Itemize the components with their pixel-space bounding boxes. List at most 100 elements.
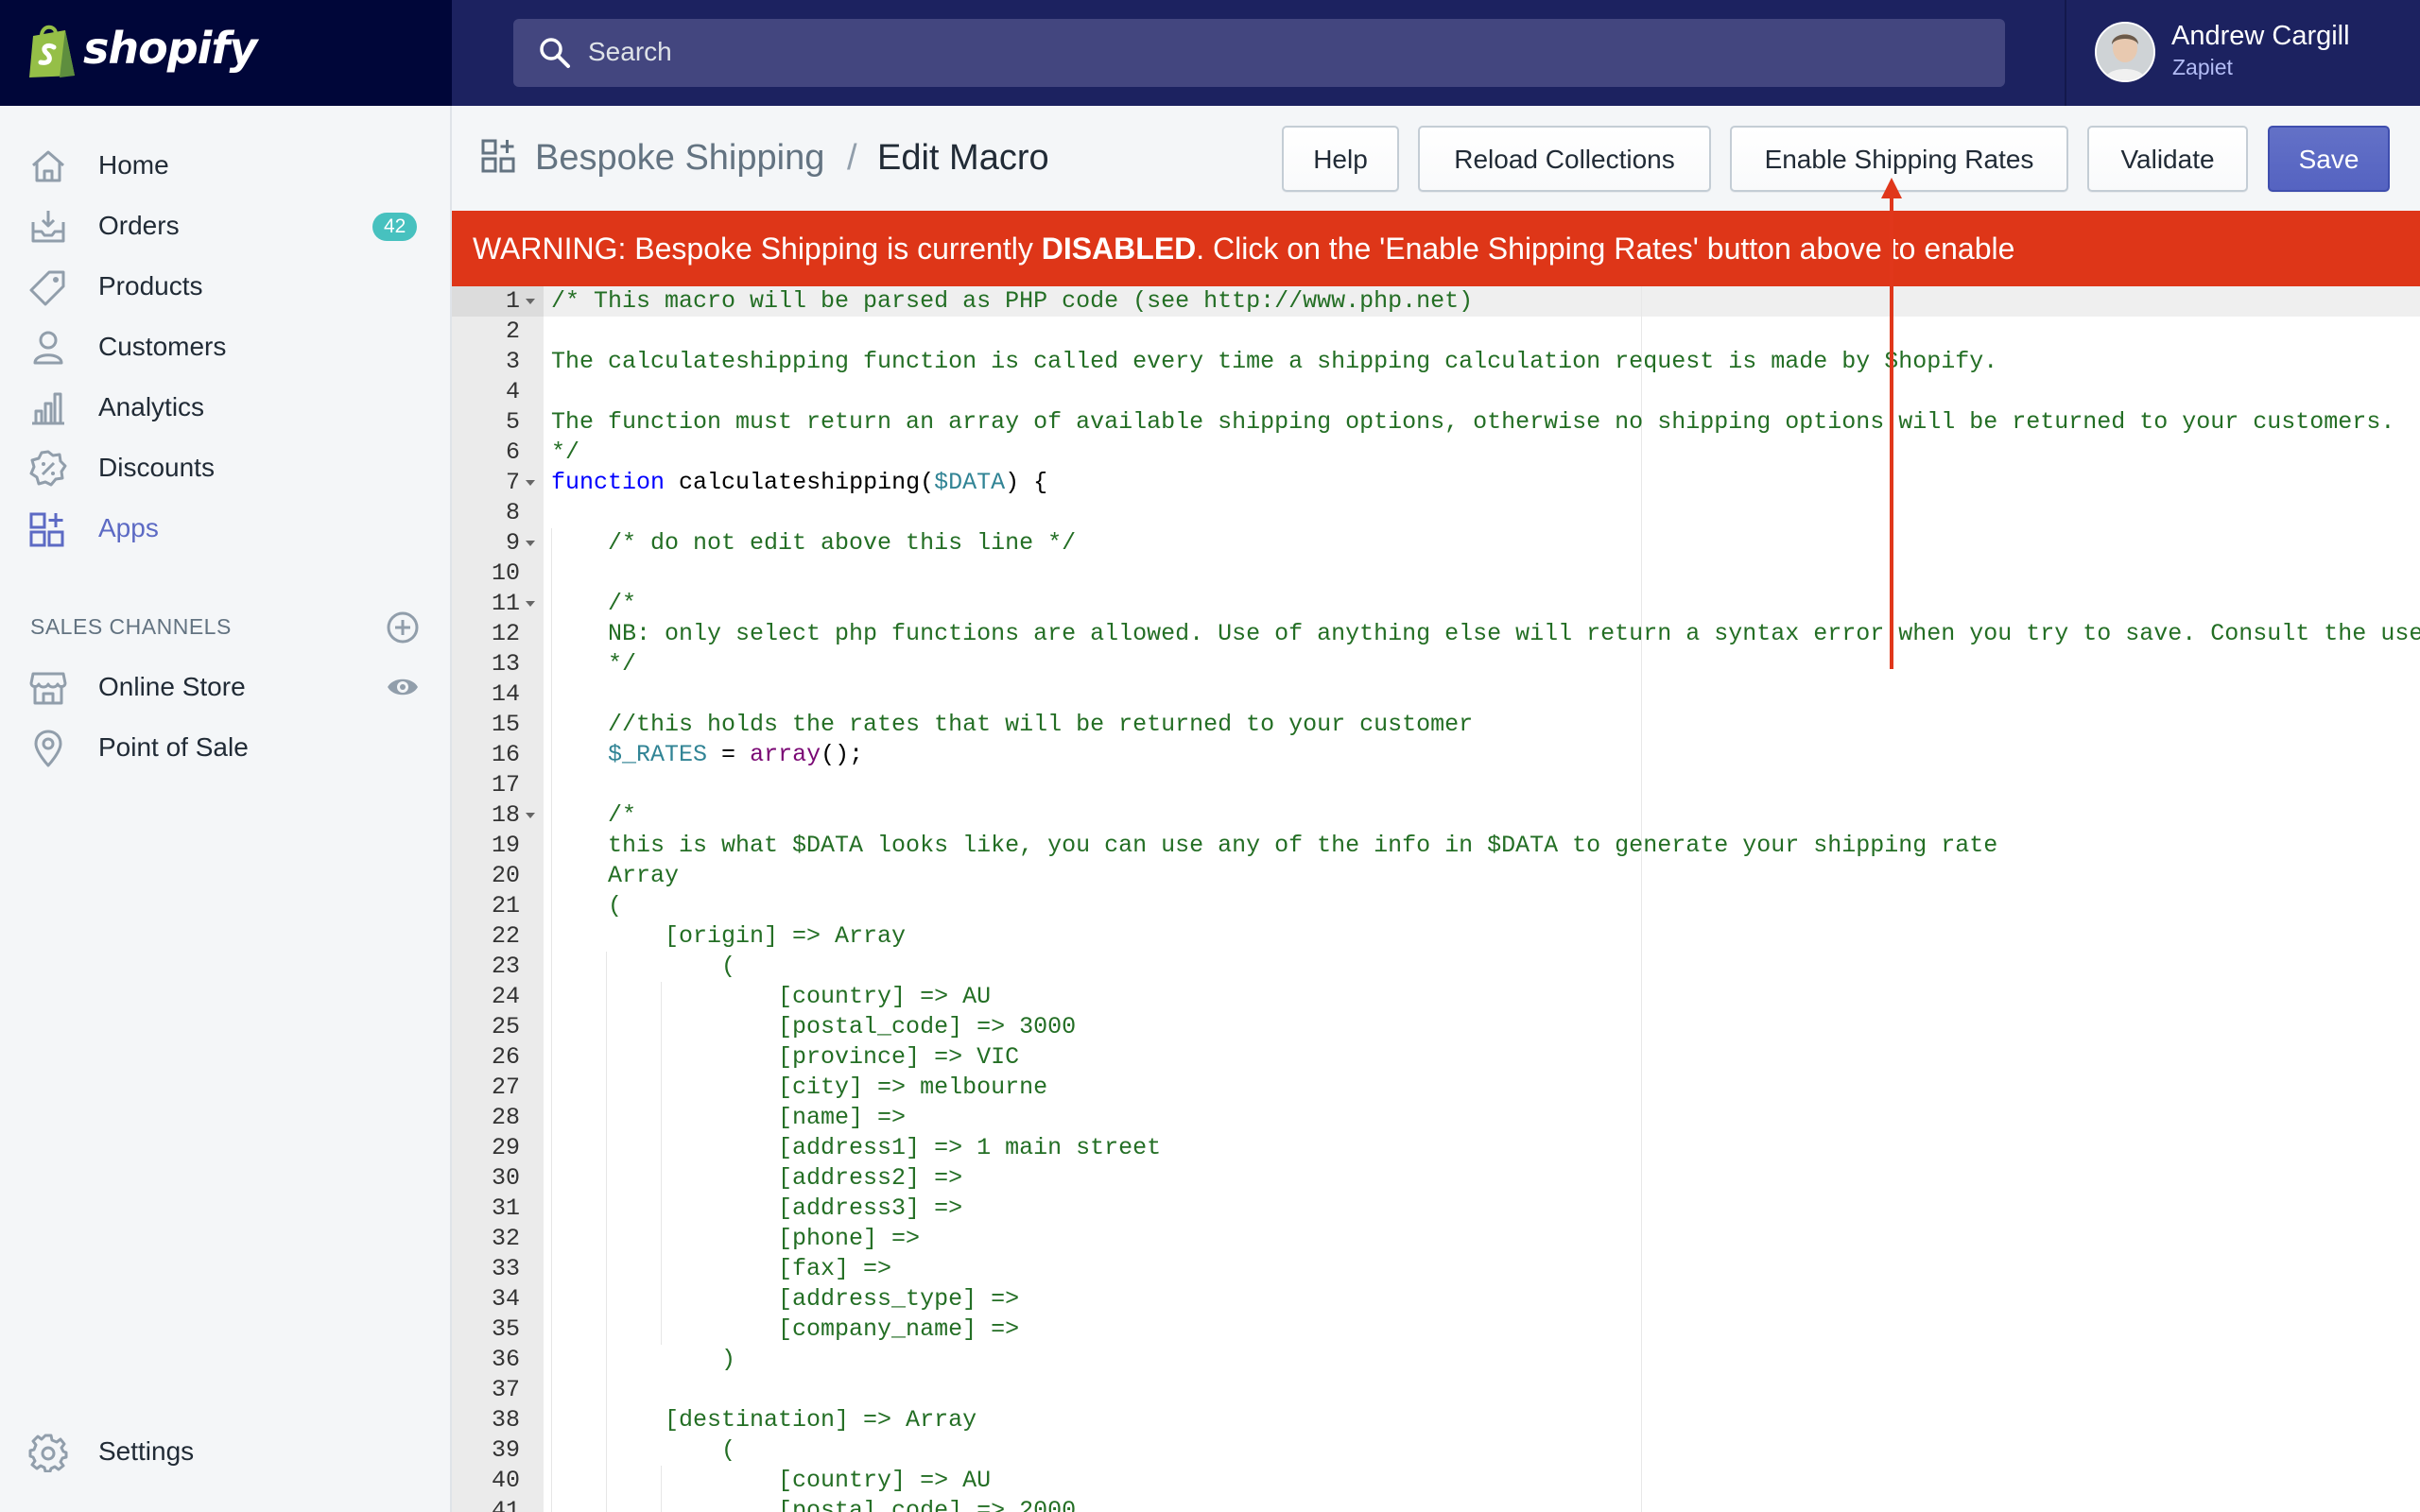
reload-collections-button[interactable]: Reload Collections (1418, 126, 1711, 192)
code-line[interactable]: The function must return an array of ava… (551, 407, 2394, 438)
sidebar-item-label: Point of Sale (98, 732, 249, 762)
code-line[interactable]: The calculateshipping function is called… (551, 347, 1997, 377)
breadcrumb-app-link[interactable]: Bespoke Shipping (535, 138, 824, 179)
code-line[interactable]: ) (551, 1345, 735, 1375)
fold-toggle-icon[interactable] (526, 299, 535, 304)
sidebar-item-customers[interactable]: Customers (0, 320, 450, 373)
line-number: 6 (505, 438, 520, 466)
code-line[interactable]: /* (551, 589, 636, 619)
fold-toggle-icon[interactable] (526, 541, 535, 546)
code-line[interactable]: [fax] => (551, 1254, 891, 1284)
editor-print-margin (1641, 286, 1642, 1512)
line-number: 9 (505, 529, 520, 557)
code-line[interactable]: this is what $DATA looks like, you can u… (551, 831, 1997, 861)
page-title: Edit Macro (877, 138, 1049, 178)
sidebar-item-discounts[interactable]: Discounts (0, 441, 450, 494)
avatar-face-icon (2097, 24, 2153, 80)
code-line[interactable]: ( (551, 891, 622, 921)
code-line[interactable]: [phone] => (551, 1224, 920, 1254)
code-line[interactable]: [destination] => Array (551, 1405, 977, 1435)
sidebar-item-analytics[interactable]: Analytics (0, 381, 450, 434)
code-editor[interactable]: 1 /* This macro will be parsed as PHP cod… (452, 286, 2420, 1512)
code-line[interactable]: [city] => melbourne (551, 1073, 1047, 1103)
orders-icon (31, 211, 65, 243)
line-number: 1 (505, 287, 520, 315)
line-number: 7 (505, 469, 520, 496)
sidebar-item-orders[interactable]: Orders 42 (0, 199, 450, 252)
breadcrumb-separator: / (847, 138, 857, 178)
validate-button[interactable]: Validate (2087, 126, 2248, 192)
code-line[interactable]: $_RATES = array(); (551, 740, 863, 770)
sidebar-item-settings[interactable]: Settings (0, 1425, 450, 1478)
top-bar: shopify Search Andrew Cargill Zapiet (0, 0, 2420, 106)
line-number: 2 (505, 318, 520, 345)
sidebar-item-apps[interactable]: Apps (0, 502, 450, 555)
code-line[interactable]: ( (551, 952, 735, 982)
line-number: 19 (491, 832, 520, 859)
line-number: 13 (491, 650, 520, 678)
user-name[interactable]: Andrew Cargill (2171, 21, 2350, 52)
sidebar-item-online-store[interactable]: Online Store (0, 661, 450, 713)
fold-toggle-icon[interactable] (526, 601, 535, 607)
search-input[interactable]: Search (513, 19, 2005, 87)
add-sales-channel-icon[interactable] (386, 610, 420, 644)
code-line[interactable]: [postal_code] => 2000 (551, 1496, 1076, 1512)
sidebar-item-label: Analytics (98, 392, 205, 421)
sidebar-item-point-of-sale[interactable]: Point of Sale (0, 721, 450, 774)
code-line[interactable]: [address3] => (551, 1194, 962, 1224)
logo-area[interactable]: shopify (0, 0, 452, 106)
line-number: 8 (505, 499, 520, 526)
code-line[interactable]: [name] => (551, 1103, 906, 1133)
sidebar-item-label: Discounts (98, 453, 215, 482)
app-grid-icon (481, 139, 515, 173)
help-button[interactable]: Help (1282, 126, 1399, 192)
code-line[interactable]: //this holds the rates that will be retu… (551, 710, 1473, 740)
user-menu-divider (2065, 0, 2066, 106)
code-line[interactable]: [address2] => (551, 1163, 962, 1194)
home-icon (32, 150, 64, 182)
line-number: 30 (491, 1164, 520, 1192)
user-shop-name: Zapiet (2172, 55, 2233, 79)
line-number: 24 (491, 983, 520, 1010)
line-number: 28 (491, 1104, 520, 1131)
code-line[interactable]: ( (551, 1435, 735, 1466)
avatar[interactable] (2095, 22, 2155, 82)
line-number: 14 (491, 680, 520, 708)
fold-toggle-icon[interactable] (526, 813, 535, 818)
line-number: 39 (491, 1436, 520, 1464)
code-line[interactable]: /* do not edit above this line */ (551, 528, 1076, 558)
code-line[interactable]: function calculateshipping($DATA) { (551, 468, 1047, 498)
sidebar-item-home[interactable]: Home (0, 139, 450, 192)
line-number: 21 (491, 892, 520, 919)
line-number: 3 (505, 348, 520, 375)
line-number: 37 (491, 1376, 520, 1403)
code-line[interactable]: Array (551, 861, 679, 891)
code-line[interactable]: */ (551, 438, 579, 468)
code-line[interactable]: [country] => AU (551, 982, 991, 1012)
code-line[interactable]: [postal_code] => 3000 (551, 1012, 1076, 1042)
eye-icon[interactable] (386, 672, 420, 702)
code-line[interactable]: /* (551, 800, 636, 831)
code-line[interactable]: [country] => AU (551, 1466, 991, 1496)
code-line[interactable]: */ (551, 649, 636, 679)
shopify-logo-text: shopify (83, 23, 257, 74)
code-line[interactable]: [address_type] => (551, 1284, 1019, 1314)
line-number: 10 (491, 559, 520, 587)
person-icon (33, 331, 63, 365)
fold-toggle-icon[interactable] (526, 480, 535, 486)
code-line[interactable]: [address1] => 1 main street (551, 1133, 1161, 1163)
line-number: 26 (491, 1043, 520, 1071)
line-number: 38 (491, 1406, 520, 1434)
code-line[interactable]: NB: only select php functions are allowe… (551, 619, 2420, 649)
sidebar: Home Orders 42 Products Customers Analyt… (0, 106, 452, 1512)
code-line[interactable]: /* This macro will be parsed as PHP code… (551, 286, 1473, 317)
line-number: 4 (505, 378, 520, 405)
code-line[interactable]: [company_name] => (551, 1314, 1019, 1345)
sidebar-item-label: Settings (98, 1436, 195, 1466)
save-button[interactable]: Save (2268, 126, 2390, 192)
code-line[interactable]: [province] => VIC (551, 1042, 1019, 1073)
line-number: 31 (491, 1194, 520, 1222)
code-line[interactable]: [origin] => Array (551, 921, 906, 952)
line-number: 16 (491, 741, 520, 768)
sidebar-item-products[interactable]: Products (0, 260, 450, 313)
